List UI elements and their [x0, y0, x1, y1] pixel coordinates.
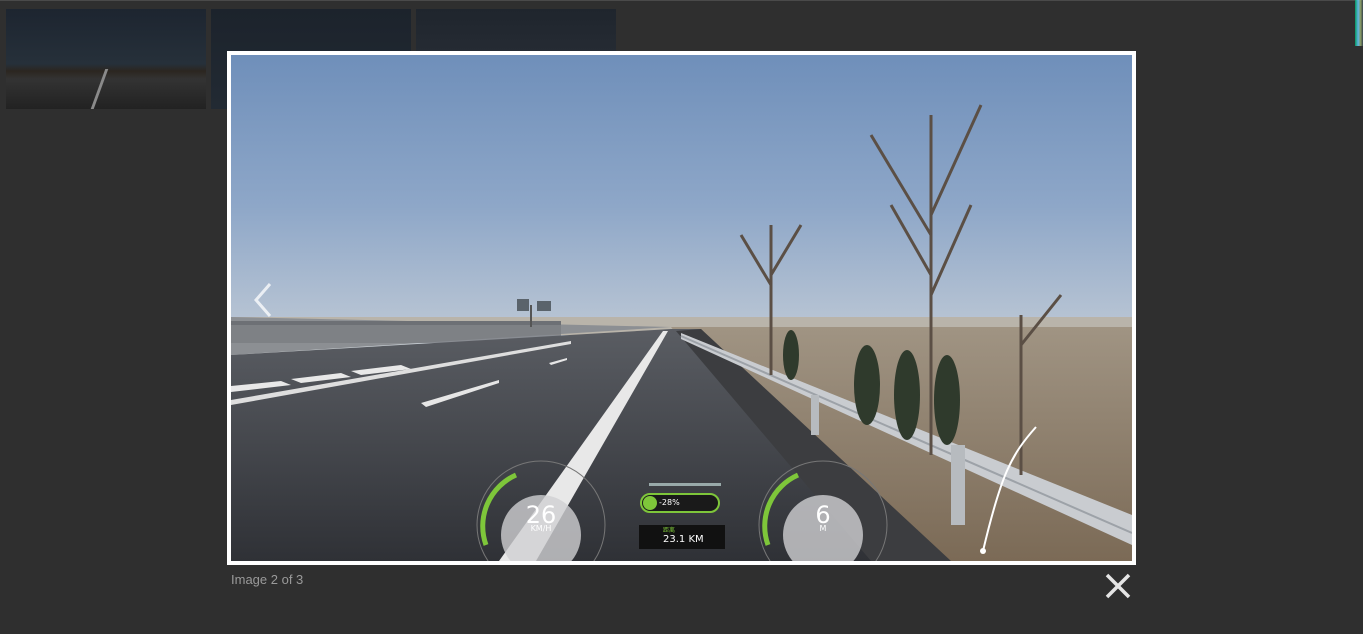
previous-button[interactable]: [248, 280, 278, 320]
grade-value: -28%: [659, 498, 680, 507]
lightbox-frame: 26 KM/H 6 M -28% 距离 23.1 KM: [227, 51, 1136, 565]
close-icon: [1105, 573, 1131, 599]
altitude-unit: M: [819, 524, 827, 533]
lightbox-image: 26 KM/H 6 M -28% 距离 23.1 KM: [231, 55, 1132, 561]
image-caption: Image 2 of 3: [231, 572, 304, 587]
speed-unit: KM/H: [530, 524, 552, 533]
road-scene: [231, 104, 1132, 561]
distance-label: 距离: [663, 527, 676, 534]
chevron-left-icon: [254, 283, 272, 317]
distance-value: 23.1 KM: [663, 534, 704, 545]
close-button[interactable]: [1103, 571, 1133, 601]
